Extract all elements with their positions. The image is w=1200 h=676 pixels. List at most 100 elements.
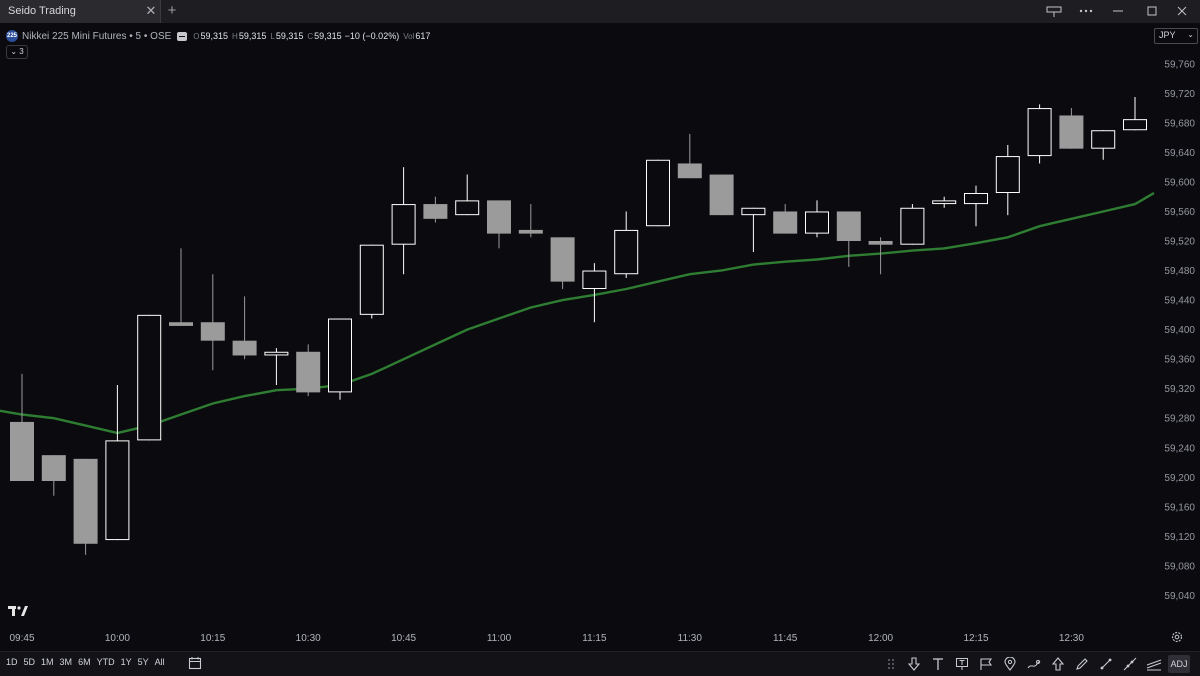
- candle: [773, 204, 798, 234]
- candle: [900, 204, 925, 245]
- indicators-collapse-button[interactable]: ⌄ 3: [6, 45, 28, 59]
- candle-body: [836, 211, 861, 241]
- time-axis[interactable]: 09:45 10:00 10:15 10:30 10:45 11:00 11:15 11:30…: [9, 633, 1084, 644]
- price-axis[interactable]: 59,760 59,720 59,680 59,640 59,600 59,560 59,5…: [1164, 59, 1195, 602]
- candle-body: [264, 351, 289, 356]
- candle-body: [41, 455, 66, 481]
- candle-body: [455, 200, 480, 216]
- candle: [646, 159, 670, 227]
- range-5d-button[interactable]: 5D: [24, 657, 36, 667]
- y-tick-label: 59,720: [1164, 89, 1195, 100]
- range-1d-button[interactable]: 1D: [6, 657, 18, 667]
- tab-close-icon[interactable]: ✕: [144, 3, 158, 19]
- low-value: 59,315: [275, 31, 304, 41]
- y-tick-label: 59,680: [1164, 118, 1195, 129]
- open-value: 59,315: [200, 31, 229, 41]
- candle-body: [137, 314, 162, 441]
- candle: [423, 196, 448, 223]
- candle-body: [995, 156, 1020, 193]
- ray-icon[interactable]: [1118, 654, 1142, 674]
- active-tab[interactable]: Seido Trading ✕: [0, 0, 161, 23]
- arrow-down-icon[interactable]: [902, 654, 926, 674]
- moving-average-line: [0, 191, 1155, 435]
- candle-body: [582, 270, 607, 289]
- regression-icon[interactable]: [1142, 654, 1166, 674]
- low-label: L: [270, 31, 275, 41]
- candle: [932, 196, 957, 208]
- layout-icon[interactable]: [1042, 3, 1066, 19]
- candle: [41, 455, 66, 496]
- minimize-icon[interactable]: [1106, 3, 1130, 19]
- range-selector: 1D 5D 1M 3M 6M YTD 1Y 5Y All: [6, 657, 171, 667]
- range-3m-button[interactable]: 3M: [60, 657, 73, 667]
- y-tick-label: 59,440: [1164, 296, 1195, 307]
- candle-body: [10, 421, 34, 481]
- more-icon[interactable]: [1074, 3, 1098, 19]
- range-6m-button[interactable]: 6M: [78, 657, 91, 667]
- chevron-down-icon: ⌄: [1187, 30, 1194, 39]
- note-icon[interactable]: [950, 654, 974, 674]
- candle: [518, 204, 543, 238]
- candle: [105, 385, 130, 541]
- trend-line-icon[interactable]: [1094, 654, 1118, 674]
- candle: [995, 145, 1020, 216]
- candle-body: [1059, 115, 1084, 149]
- y-tick-label: 59,200: [1164, 473, 1195, 484]
- window-close-icon[interactable]: [1170, 3, 1194, 19]
- candle-body: [359, 244, 384, 315]
- candle: [741, 207, 766, 253]
- x-tick-label: 09:45: [9, 633, 34, 644]
- y-tick-label: 59,760: [1164, 59, 1195, 70]
- candle-body: [773, 211, 798, 234]
- range-1y-button[interactable]: 1Y: [121, 657, 132, 667]
- maximize-icon[interactable]: [1140, 3, 1164, 19]
- visibility-toggle-icon[interactable]: [177, 31, 188, 41]
- high-value: 59,315: [238, 31, 267, 41]
- candle-body: [900, 207, 925, 245]
- tab-title: Seido Trading: [8, 5, 76, 17]
- candle: [1091, 130, 1116, 160]
- close-value: 59,315: [314, 31, 342, 41]
- adjust-button[interactable]: ADJ: [1168, 655, 1190, 673]
- candle: [455, 174, 480, 216]
- flag-icon[interactable]: [974, 654, 998, 674]
- candle-body: [232, 340, 257, 356]
- candle: [709, 174, 734, 216]
- candle-body: [423, 204, 448, 219]
- candle-body: [550, 237, 575, 282]
- pencil-icon[interactable]: [1070, 654, 1094, 674]
- candle-body: [614, 229, 639, 275]
- text-icon[interactable]: [926, 654, 950, 674]
- gear-icon[interactable]: [1170, 630, 1184, 644]
- range-ytd-button[interactable]: YTD: [97, 657, 115, 667]
- pin-icon[interactable]: [998, 654, 1022, 674]
- symbol-title[interactable]: Nikkei 225 Mini Futures • 5 • OSE: [22, 31, 171, 42]
- drag-grip-icon[interactable]: [886, 657, 896, 671]
- candle: [836, 211, 861, 267]
- candle-body: [964, 193, 988, 205]
- price-chart[interactable]: 59,760 59,720 59,680 59,640 59,600 59,560 59,5…: [0, 0, 1200, 675]
- candle-body: [1091, 130, 1116, 149]
- new-tab-plus-icon[interactable]: +: [164, 2, 180, 20]
- x-tick-label: 10:30: [296, 633, 321, 644]
- currency-select[interactable]: JPY ⌄: [1154, 28, 1198, 44]
- range-5y-button[interactable]: 5Y: [138, 657, 149, 667]
- y-tick-label: 59,600: [1164, 177, 1195, 188]
- range-1m-button[interactable]: 1M: [41, 657, 54, 667]
- candle-body: [932, 200, 957, 205]
- candle-body: [73, 458, 98, 544]
- moving-average-layer: [0, 191, 1155, 435]
- candle-body: [741, 207, 766, 216]
- calendar-icon[interactable]: [188, 656, 202, 670]
- candle: [805, 200, 829, 238]
- candle-body: [805, 211, 829, 234]
- candle: [677, 133, 702, 179]
- candle: [550, 237, 575, 289]
- y-tick-label: 59,560: [1164, 207, 1195, 218]
- range-all-button[interactable]: All: [155, 657, 165, 667]
- candle: [137, 314, 162, 441]
- x-tick-label: 10:00: [105, 633, 130, 644]
- arrow-up-icon[interactable]: [1046, 654, 1070, 674]
- high-label: H: [232, 31, 238, 41]
- brush-icon[interactable]: [1022, 654, 1046, 674]
